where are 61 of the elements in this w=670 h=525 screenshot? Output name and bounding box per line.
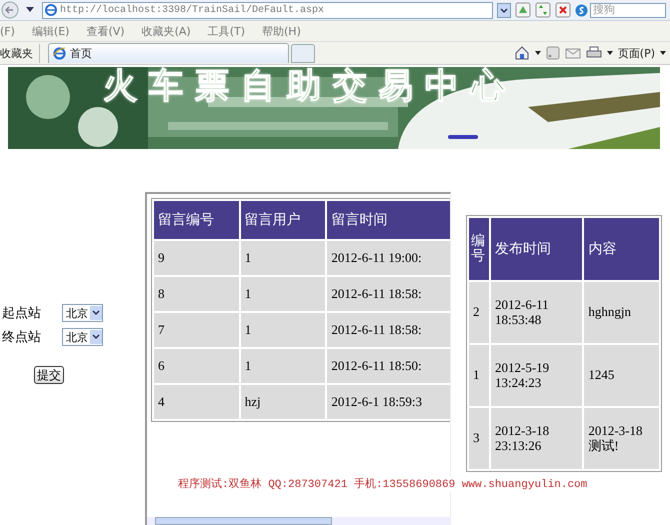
menu-item[interactable]: 帮助(H) — [262, 24, 301, 38]
column-header: 留言用户 — [240, 201, 326, 239]
table-cell: 1 — [240, 313, 326, 347]
table-cell: hzj — [240, 385, 326, 419]
table-cell: 2 — [473, 304, 480, 320]
table-cell: 1 — [240, 241, 326, 275]
caret-icon[interactable] — [534, 51, 541, 55]
menu-item[interactable]: 收藏夹(A) — [142, 24, 191, 38]
table-cell: 2012-6-11 18:50: — [327, 349, 450, 383]
search-field[interactable]: 搜狗 — [590, 2, 666, 18]
horizontal-scrollbar[interactable] — [147, 517, 450, 525]
table-cell: 2012-6-11 18:58: — [327, 277, 450, 311]
table-cell: 9 — [154, 241, 239, 275]
mail-icon[interactable] — [564, 47, 581, 59]
column-header: 内容 — [588, 242, 616, 257]
field-label: 终点站 — [2, 329, 42, 346]
table-cell: 2012-6-11 19:00: — [327, 241, 450, 275]
history-caret-icon[interactable] — [26, 7, 34, 13]
table-cell: 2012-3-18 23:13:26 — [495, 422, 550, 452]
stop-icon[interactable] — [555, 2, 571, 18]
table-cell: 7 — [154, 313, 239, 347]
table-cell: 3 — [473, 430, 480, 446]
table-cell: 1 — [473, 367, 480, 382]
menu-item[interactable]: 查看(V) — [86, 24, 125, 38]
table-cell: 2012-6-11 18:58: — [327, 313, 450, 347]
table-cell: 1245 — [588, 367, 614, 382]
field-label: 起点站 — [2, 305, 42, 322]
column-header: 留言编号 — [154, 201, 239, 239]
station-select[interactable]: 北京 — [62, 304, 103, 322]
dropdown-button[interactable] — [497, 2, 511, 18]
home-icon[interactable] — [514, 46, 530, 60]
favorites-button[interactable]: 收藏夹 — [0, 44, 40, 62]
table-cell: 1 — [240, 277, 326, 311]
table-cell: 6 — [154, 349, 239, 383]
table-cell: 1 — [240, 349, 326, 383]
page-menu[interactable]: 页面(P) — [618, 46, 655, 60]
table-cell: 2012-6-11 18:53:48 — [495, 296, 549, 326]
refresh-icon[interactable] — [535, 2, 551, 18]
submit-button[interactable]: 提交 — [34, 366, 64, 384]
page-icon — [45, 4, 57, 16]
menu-item[interactable]: 编辑(E) — [32, 24, 70, 38]
table-cell: 8 — [154, 277, 239, 311]
menu-item[interactable]: (F) — [0, 24, 15, 38]
table-cell: 2012-6-1 18:59:3 — [327, 385, 450, 419]
column-header: 留言时间 — [327, 201, 450, 239]
caret-icon[interactable] — [606, 51, 613, 55]
caret-icon[interactable] — [660, 51, 666, 55]
footer-text: 程序测试:双鱼林 QQ:287307421 手机:13558690869 www.shuangyulin.com — [178, 476, 588, 491]
menu-item[interactable]: 工具(T) — [208, 24, 245, 38]
ie-icon — [53, 47, 66, 60]
table-cell: 2012-3-18测试! — [588, 422, 642, 452]
table-cell: hghngjn — [588, 304, 631, 320]
column-header: 发布时间 — [495, 242, 551, 257]
address-field[interactable]: http://localhost:3398/TrainSail/DeFault.aspx — [42, 2, 493, 18]
column-header: 编号 — [471, 234, 485, 264]
table-cell: 2012-5-19 13:24:23 — [495, 360, 550, 390]
search-engine-icon — [575, 4, 588, 16]
browser-tab[interactable]: 首页 — [48, 43, 289, 63]
station-select[interactable]: 北京 — [62, 328, 103, 346]
table-cell: 4 — [154, 385, 239, 419]
print-icon[interactable] — [586, 46, 602, 60]
